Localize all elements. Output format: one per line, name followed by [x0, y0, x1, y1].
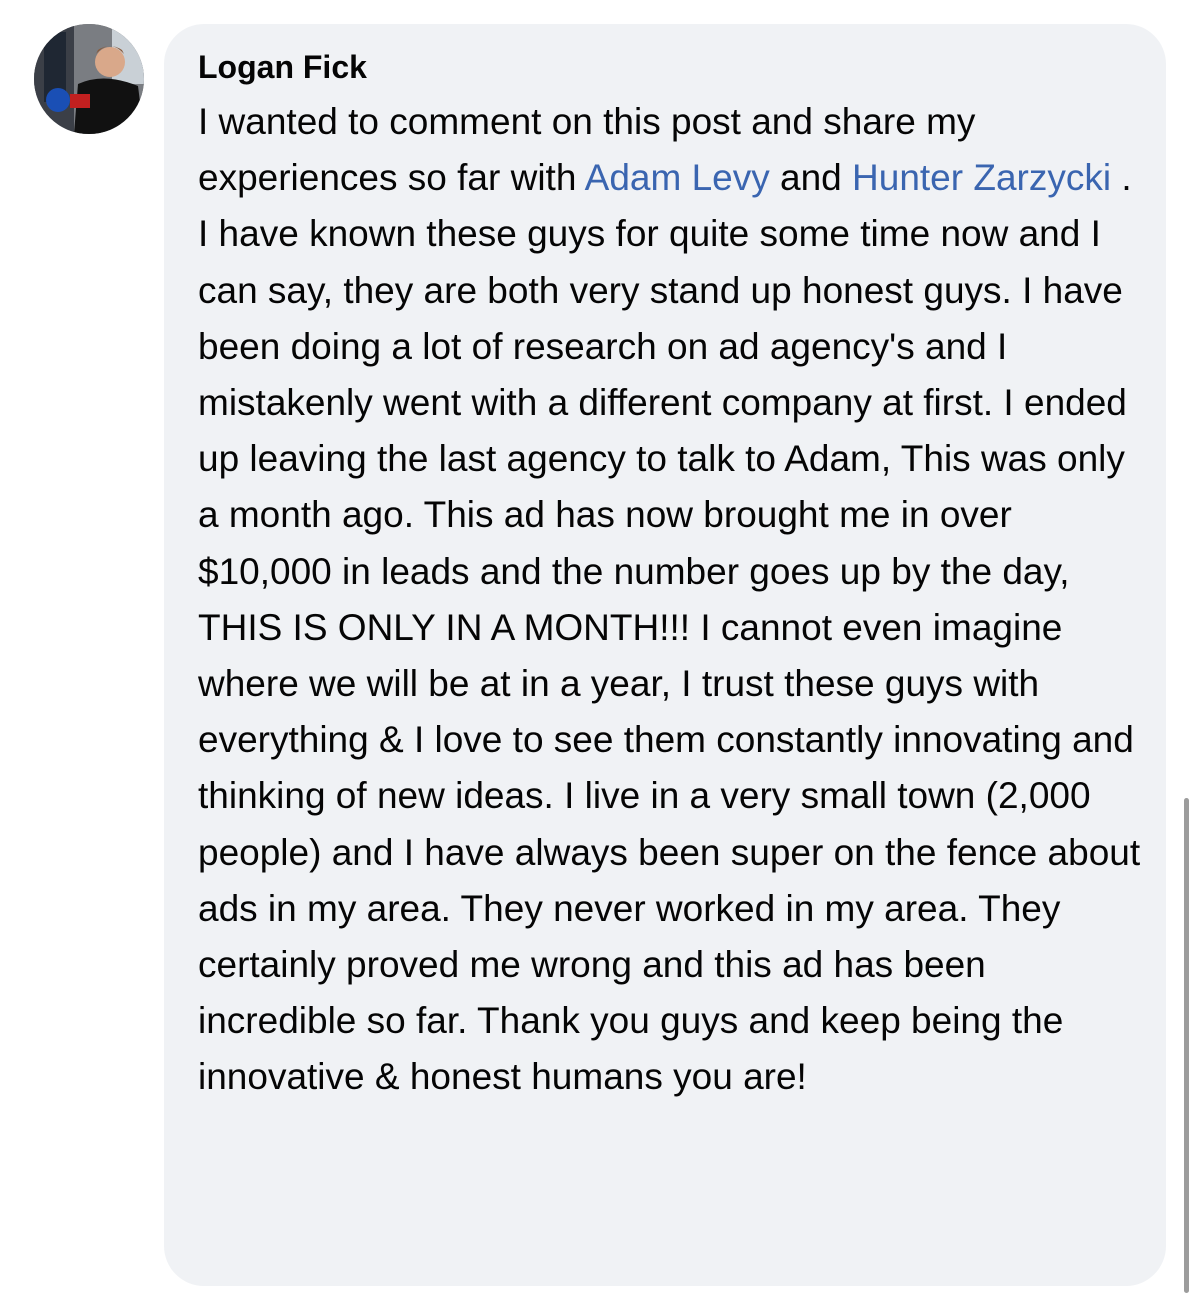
scrollbar-thumb[interactable] — [1184, 798, 1189, 1293]
mention-hunter-zarzycki[interactable]: Hunter Zarzycki — [852, 157, 1111, 198]
comment-text-segment: and — [769, 157, 853, 199]
avatar-photo — [34, 24, 144, 134]
mention-adam-levy[interactable]: Adam Levy — [585, 157, 770, 198]
comment-text-segment: . I have known these guys for quite some… — [198, 157, 1141, 1098]
comment-bubble: Logan Fick I wanted to comment on this p… — [164, 24, 1166, 1286]
comment-author-name[interactable]: Logan Fick — [198, 46, 1146, 88]
author-avatar[interactable] — [34, 24, 144, 134]
comment-body: I wanted to comment on this post and sha… — [198, 94, 1146, 1106]
